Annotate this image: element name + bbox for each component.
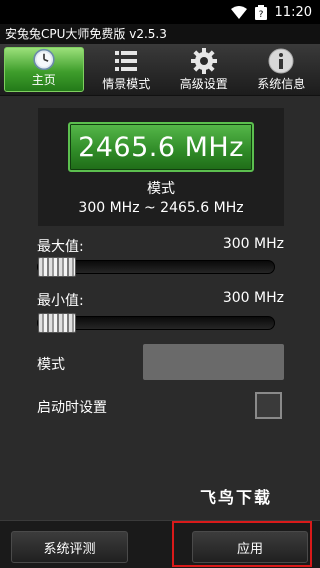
list-icon	[115, 51, 138, 71]
status-bar: ? 11:20	[0, 0, 320, 24]
mode-selector[interactable]	[143, 344, 284, 380]
boot-setting-checkbox[interactable]	[255, 392, 282, 419]
frequency-mode-label: 模式	[147, 181, 175, 197]
status-time: 11:20	[274, 4, 312, 20]
tab-advanced[interactable]: 高级设置	[165, 44, 243, 95]
frequency-panel: 2465.6 MHz 模式 300 MHz ~ 2465.6 MHz	[38, 108, 284, 226]
tab-scenarios[interactable]: 情景模式	[88, 44, 166, 95]
wifi-icon	[230, 5, 247, 19]
tab-sysinfo[interactable]: 系统信息	[243, 44, 320, 95]
min-value: 300 MHz	[222, 290, 284, 306]
tab-home[interactable]: 主页	[4, 47, 84, 92]
max-value: 300 MHz	[222, 236, 284, 252]
max-slider-thumb[interactable]	[38, 257, 76, 277]
mode-label: 模式	[37, 357, 65, 373]
tab-scenarios-label: 情景模式	[102, 77, 151, 91]
info-icon	[268, 48, 294, 74]
gear-icon	[190, 48, 217, 74]
frequency-range: 300 MHz ~ 2465.6 MHz	[78, 200, 244, 216]
min-label: 最小值:	[37, 293, 84, 309]
boot-setting-label: 启动时设置	[37, 400, 107, 416]
min-slider[interactable]	[37, 313, 275, 333]
clock-icon	[33, 48, 55, 71]
max-slider[interactable]	[37, 257, 275, 277]
apply-highlight-frame	[172, 521, 312, 567]
tab-advanced-label: 高级设置	[179, 77, 228, 91]
benchmark-button[interactable]: 系统评测	[11, 531, 128, 563]
tab-sysinfo-label: 系统信息	[257, 77, 306, 91]
battery-icon: ?	[254, 4, 267, 20]
min-slider-thumb[interactable]	[38, 313, 76, 333]
current-frequency: 2465.6 MHz	[78, 131, 244, 163]
tab-home-label: 主页	[31, 73, 56, 87]
svg-text:?: ?	[258, 10, 263, 20]
tab-bar: 主页 情景模式 高级设置 系统信息	[0, 44, 320, 96]
watermark-text: 飞鸟下载	[200, 488, 273, 507]
current-frequency-display: 2465.6 MHz	[68, 122, 254, 172]
max-label: 最大值:	[37, 239, 84, 255]
app-title: 安兔兔CPU大师免费版 v2.5.3	[0, 24, 320, 44]
